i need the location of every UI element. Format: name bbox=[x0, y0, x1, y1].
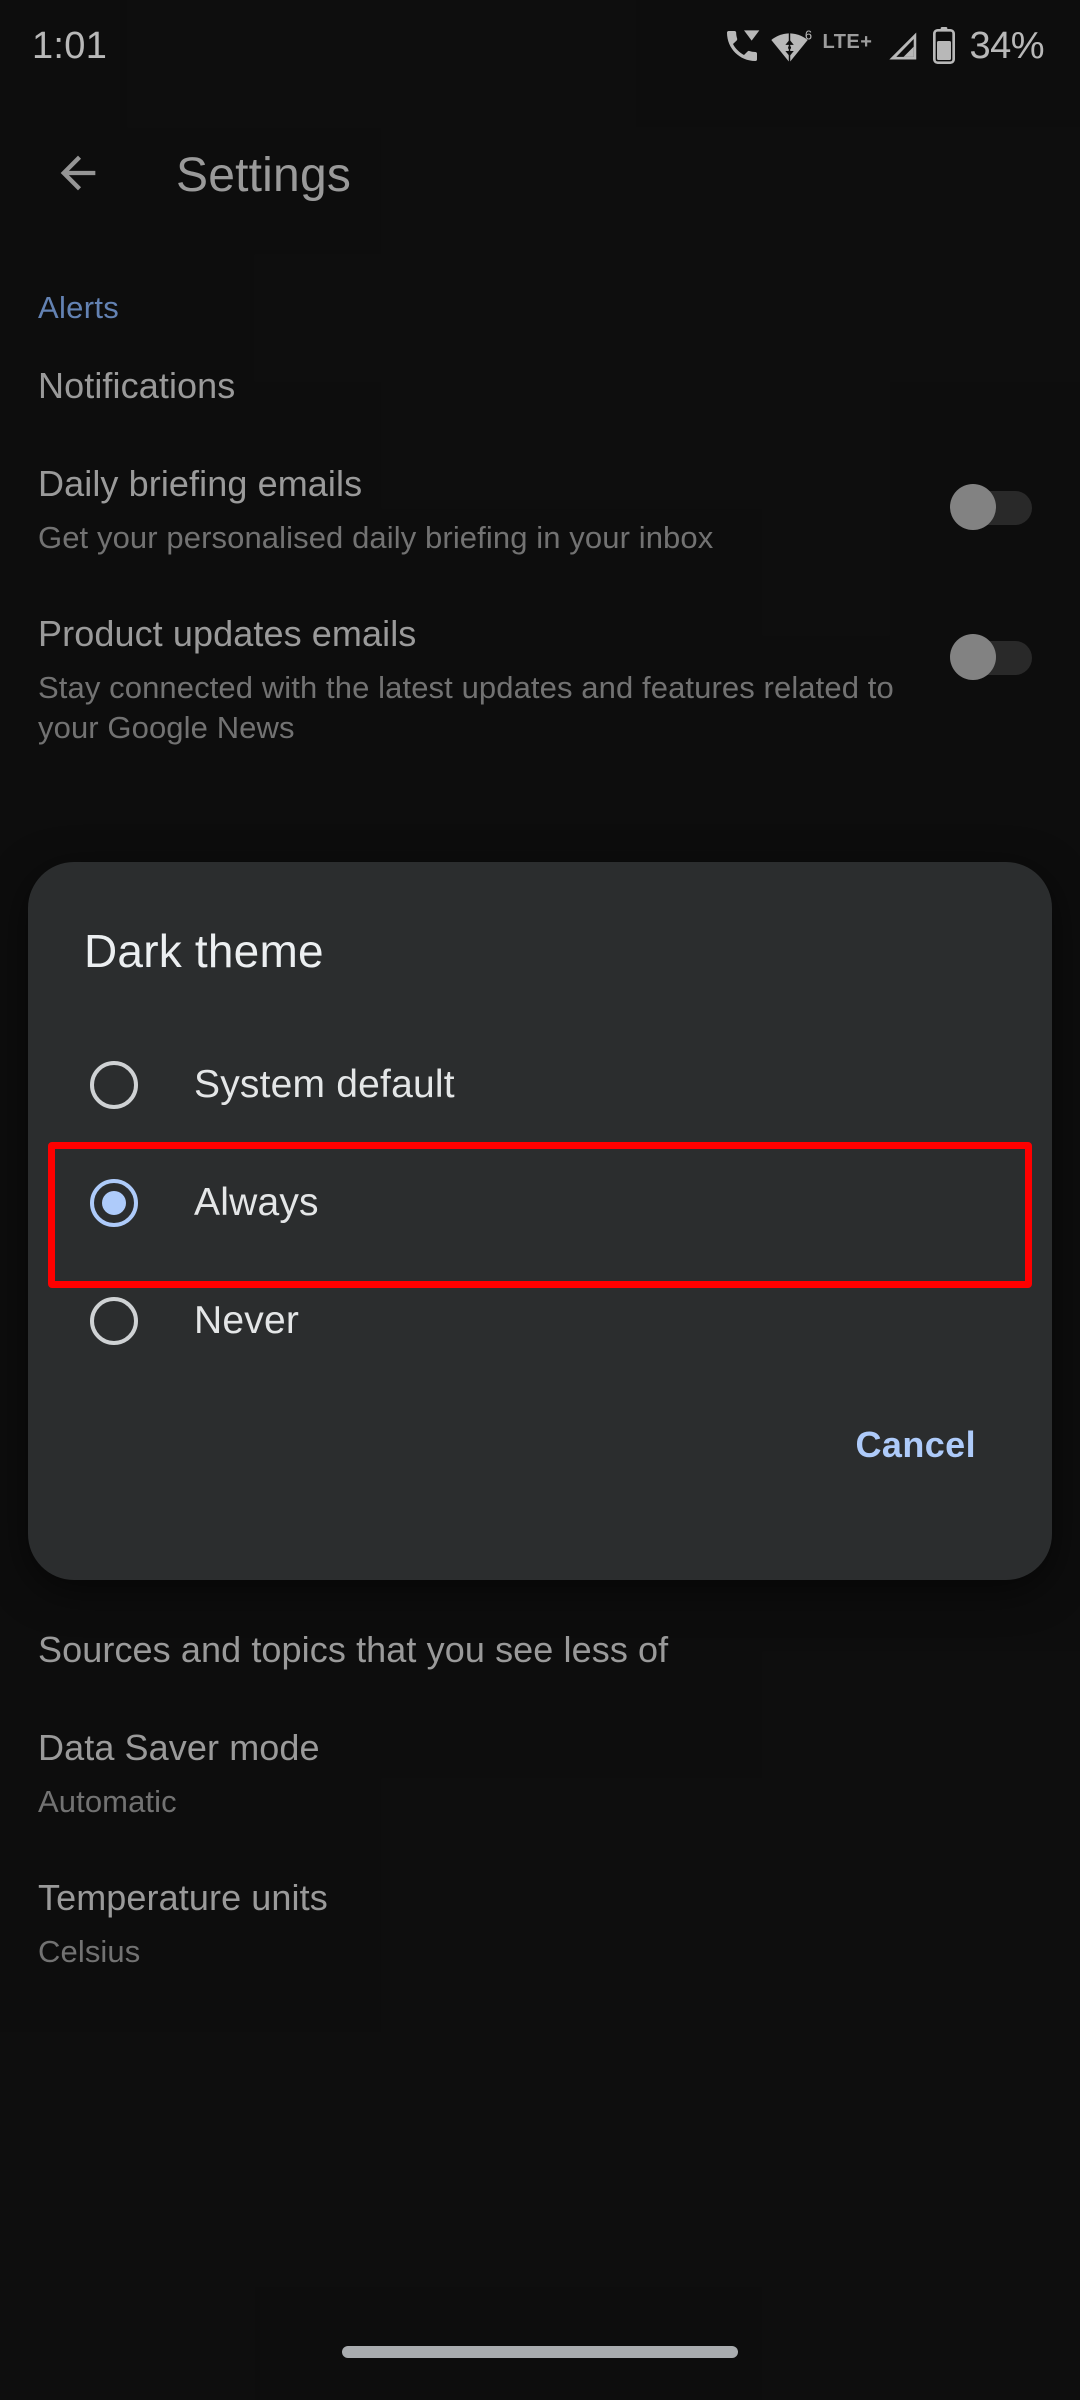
radio-ring bbox=[90, 1297, 138, 1345]
phone-screen: 1:01 6 LTE+ 34% Settings Alerts Notifica… bbox=[0, 0, 1080, 2400]
dialog-actions: Cancel bbox=[28, 1380, 1052, 1480]
radio-option-always[interactable]: Always bbox=[28, 1144, 1052, 1262]
cancel-button[interactable]: Cancel bbox=[846, 1410, 986, 1480]
radio-button-icon[interactable] bbox=[90, 1297, 138, 1345]
dark-theme-dialog: Dark theme System default Always Never C… bbox=[28, 862, 1052, 1580]
radio-option-label: Always bbox=[194, 1181, 319, 1224]
radio-dot bbox=[102, 1191, 126, 1215]
dialog-title: Dark theme bbox=[84, 925, 324, 977]
radio-option-label: Never bbox=[194, 1299, 300, 1342]
radio-option-never[interactable]: Never bbox=[28, 1262, 1052, 1380]
radio-ring bbox=[90, 1061, 138, 1109]
radio-button-icon[interactable] bbox=[90, 1061, 138, 1109]
dark-theme-radio-group: System default Always Never bbox=[28, 1026, 1052, 1380]
radio-button-icon-selected[interactable] bbox=[90, 1179, 138, 1227]
home-gesture-pill[interactable] bbox=[342, 2346, 738, 2358]
gesture-nav-bar bbox=[0, 2304, 1080, 2400]
radio-option-system-default[interactable]: System default bbox=[28, 1026, 1052, 1144]
radio-option-label: System default bbox=[194, 1063, 455, 1106]
